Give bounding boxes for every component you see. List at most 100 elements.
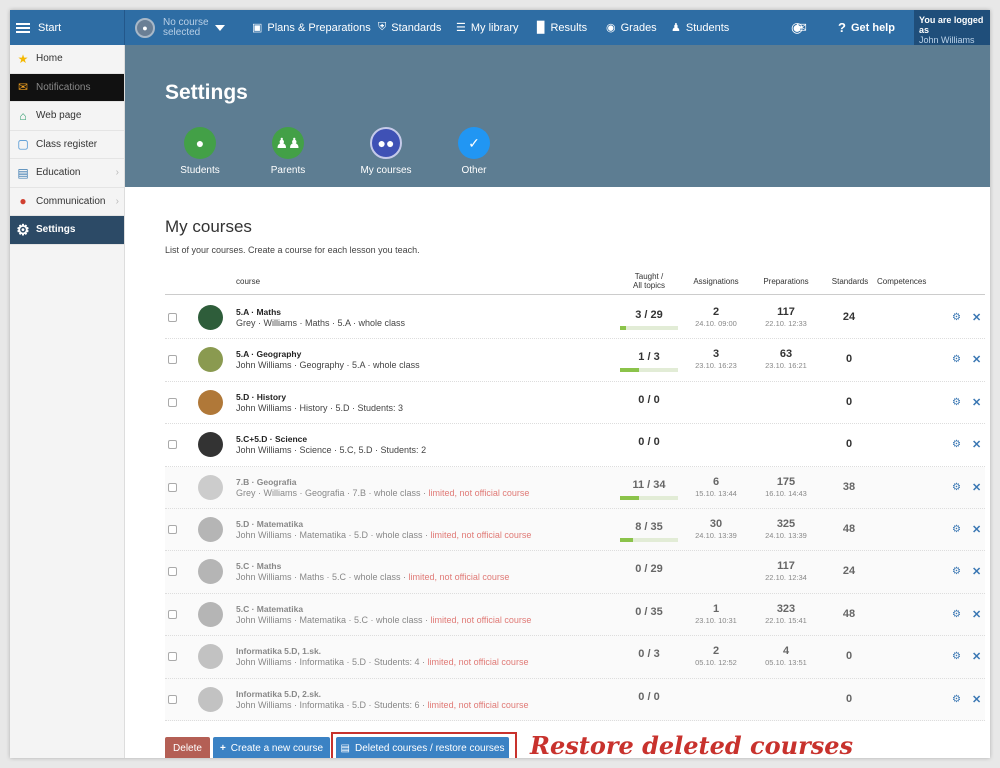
gear-icon[interactable]: ⚙ xyxy=(952,439,961,450)
col-competences[interactable]: Competences xyxy=(877,267,926,295)
assignments-cell[interactable]: 2 24.10. 09:00 xyxy=(680,306,752,328)
table-row[interactable]: 5.A · Geography John Williams · Geography… xyxy=(165,339,985,382)
table-row[interactable]: 5.A · Maths Grey · Williams · Maths · 5.A… xyxy=(165,297,985,340)
start-menu-button[interactable]: Start xyxy=(10,10,125,45)
col-preparations[interactable]: Preparations xyxy=(750,267,822,295)
preparations-cell[interactable]: 117 22.10. 12:34 xyxy=(750,560,822,582)
tab-my-courses[interactable]: ●● My courses xyxy=(351,127,421,176)
sidebar-item-class-register[interactable]: ▢ Class register xyxy=(10,131,124,159)
assignments-cell[interactable]: 30 24.10. 13:39 xyxy=(680,518,752,540)
gear-icon[interactable]: ⚙ xyxy=(952,397,961,408)
col-assignments[interactable]: Assignations xyxy=(680,267,752,295)
preparations-cell[interactable]: 117 22.10. 12:33 xyxy=(750,306,822,328)
course-name[interactable]: 5.C · Maths xyxy=(236,561,281,571)
tab-other[interactable]: ✓ Other xyxy=(439,127,509,176)
close-icon[interactable]: ✕ xyxy=(972,353,981,366)
course-name[interactable]: Informatika 5.D, 2.sk. xyxy=(236,689,321,699)
preparations-cell[interactable]: 63 23.10. 16:21 xyxy=(750,348,822,370)
nav-standards[interactable]: ⛨ Standards xyxy=(378,10,441,45)
sidebar-item-settings[interactable]: ⚙ Settings xyxy=(10,216,124,245)
row-checkbox[interactable] xyxy=(168,440,177,450)
col-standards[interactable]: Standards xyxy=(828,267,872,295)
nav-plans[interactable]: ▣ Plans & Preparations xyxy=(252,10,371,45)
preparations-cell[interactable]: 175 16.10. 14:43 xyxy=(750,476,822,498)
table-row[interactable]: 5.C+5.D · Science John Williams · Science… xyxy=(165,424,985,467)
row-checkbox[interactable] xyxy=(168,652,177,662)
table-row[interactable]: 7.B · Geografia Grey · Williams · Geograf… xyxy=(165,466,985,509)
col-taught[interactable]: Taught / All topics xyxy=(620,267,678,295)
row-checkbox[interactable] xyxy=(168,397,177,407)
table-row[interactable]: 5.C · Maths John Williams · Maths · 5.C ·… xyxy=(165,551,985,594)
assignments-cell[interactable]: 1 23.10. 10:31 xyxy=(680,603,752,625)
nav-students-label: Students xyxy=(685,21,730,34)
course-name[interactable]: 5.D · History xyxy=(236,392,286,402)
course-name[interactable]: 7.B · Geografia xyxy=(236,477,296,487)
delete-button[interactable]: Delete xyxy=(165,737,210,758)
tab-students-label: Students xyxy=(180,165,220,176)
close-icon[interactable]: ✕ xyxy=(972,608,981,621)
close-icon[interactable]: ✕ xyxy=(972,438,981,451)
col-course[interactable]: course xyxy=(236,267,260,295)
sidebar: ★ Home ✉ Notifications ⌂ Web page ▢ Clas… xyxy=(10,45,125,758)
nav-students[interactable]: ♟ Students xyxy=(671,10,729,45)
create-course-button[interactable]: + Create a new course xyxy=(213,737,330,758)
table-row[interactable]: Informatika 5.D, 1.sk. John Williams · In… xyxy=(165,636,985,679)
assignments-cell[interactable]: 3 23.10. 16:23 xyxy=(680,348,752,370)
course-name[interactable]: Informatika 5.D, 1.sk. xyxy=(236,646,321,656)
course-name[interactable]: 5.A · Geography xyxy=(236,349,301,359)
assignments-count: 6 xyxy=(712,475,720,488)
sidebar-item-notifications[interactable]: ✉ Notifications xyxy=(10,73,124,102)
close-icon[interactable]: ✕ xyxy=(972,311,981,324)
tab-students[interactable]: ● Students xyxy=(165,127,235,176)
course-meta-text: John Williams · Science · 5.C, 5.D · Stu… xyxy=(236,445,427,456)
sidebar-item-communication[interactable]: ● Communication › xyxy=(10,188,124,216)
sidebar-item-education[interactable]: ▤ Education › xyxy=(10,159,124,188)
gear-icon[interactable]: ⚙ xyxy=(952,694,961,705)
preparations-cell[interactable]: 323 22.10. 15:41 xyxy=(750,603,822,625)
gear-icon[interactable]: ⚙ xyxy=(952,482,961,493)
gear-icon[interactable]: ⚙ xyxy=(952,524,961,535)
help-button[interactable]: ? Get help xyxy=(838,10,895,45)
sidebar-item-webpage[interactable]: ⌂ Web page xyxy=(10,102,124,131)
table-row[interactable]: 5.D · Matematika John Williams · Matemati… xyxy=(165,508,985,552)
assignments-cell[interactable]: 2 05.10. 12:52 xyxy=(680,645,752,667)
close-icon[interactable]: ✕ xyxy=(972,481,981,494)
user-account[interactable]: You are logged as John Williams xyxy=(914,10,990,45)
nav-results[interactable]: ▉ Results xyxy=(537,10,587,45)
nav-results-label: Results xyxy=(550,21,588,34)
close-icon[interactable]: ✕ xyxy=(972,693,981,706)
close-icon[interactable]: ✕ xyxy=(972,396,981,409)
row-checkbox[interactable] xyxy=(168,694,177,704)
row-checkbox[interactable] xyxy=(168,609,177,619)
row-checkbox[interactable] xyxy=(168,355,177,365)
mail-button[interactable]: ✉ xyxy=(796,10,807,45)
preparations-cell[interactable]: 4 05.10. 13:51 xyxy=(750,645,822,667)
table-row[interactable]: 5.C · Matematika John Williams · Matemati… xyxy=(165,593,985,637)
assignments-cell[interactable]: 6 15.10. 13:44 xyxy=(680,476,752,498)
close-icon[interactable]: ✕ xyxy=(972,523,981,536)
course-name[interactable]: 5.C+5.D · Science xyxy=(236,434,307,444)
row-checkbox[interactable] xyxy=(168,313,177,322)
tab-parents[interactable]: ♟♟ Parents xyxy=(253,127,323,176)
sidebar-item-home[interactable]: ★ Home xyxy=(10,45,124,74)
close-icon[interactable]: ✕ xyxy=(972,650,981,663)
gear-icon[interactable]: ⚙ xyxy=(952,609,961,620)
course-name[interactable]: 5.D · Matematika xyxy=(236,519,303,529)
gear-icon[interactable]: ⚙ xyxy=(952,312,961,323)
gear-icon[interactable]: ⚙ xyxy=(952,566,961,577)
table-row[interactable]: 5.D · History John Williams · History · 5… xyxy=(165,382,985,425)
limited-label: limited, not official course xyxy=(428,487,530,498)
row-checkbox[interactable] xyxy=(168,524,177,534)
close-icon[interactable]: ✕ xyxy=(972,565,981,578)
gear-icon[interactable]: ⚙ xyxy=(952,651,961,662)
course-name[interactable]: 5.A · Maths xyxy=(236,307,281,317)
preparations-cell[interactable]: 325 24.10. 13:39 xyxy=(750,518,822,540)
table-row[interactable]: Informatika 5.D, 2.sk. John Williams · In… xyxy=(165,678,985,721)
course-selector[interactable]: ● No course selected xyxy=(135,10,225,45)
nav-library[interactable]: ☰ My library xyxy=(456,10,519,45)
course-name[interactable]: 5.C · Matematika xyxy=(236,604,303,614)
row-checkbox[interactable] xyxy=(168,567,177,577)
nav-grades[interactable]: ◉ Grades xyxy=(606,10,657,45)
gear-icon[interactable]: ⚙ xyxy=(952,354,961,365)
row-checkbox[interactable] xyxy=(168,482,177,492)
